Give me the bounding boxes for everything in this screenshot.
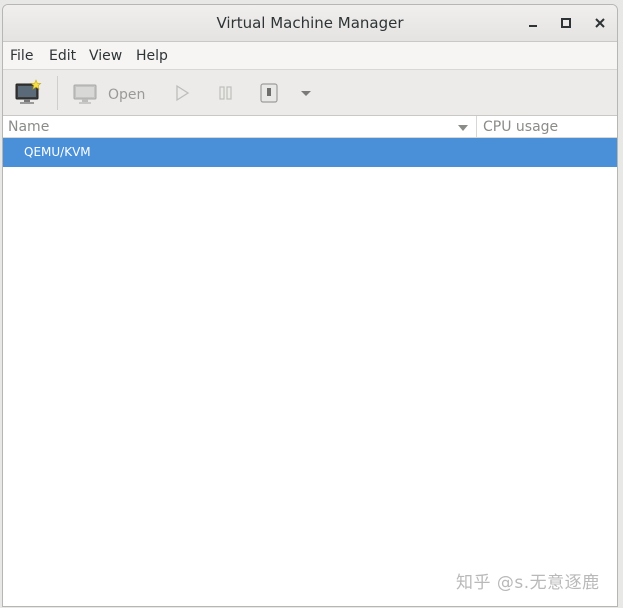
menu-view[interactable]: View bbox=[89, 48, 122, 64]
column-header-cpu-usage[interactable]: CPU usage bbox=[477, 116, 617, 137]
pause-button[interactable] bbox=[215, 79, 237, 107]
maximize-button[interactable] bbox=[557, 14, 575, 32]
run-button[interactable] bbox=[171, 79, 193, 107]
open-label: Open bbox=[108, 87, 146, 103]
shutdown-icon bbox=[260, 83, 278, 103]
menu-file[interactable]: File bbox=[10, 48, 33, 64]
toolbar-separator bbox=[57, 76, 58, 110]
chevron-down-icon bbox=[301, 91, 311, 96]
app-window: Virtual Machine Manager File Edit View H… bbox=[2, 4, 618, 607]
new-vm-button[interactable] bbox=[14, 79, 42, 107]
toolbar: Open bbox=[3, 70, 617, 116]
monitor-icon bbox=[73, 84, 97, 104]
watermark: 知乎 @s.无意逐鹿 bbox=[456, 573, 600, 593]
close-button[interactable] bbox=[591, 14, 609, 32]
connection-list: QEMU/KVM bbox=[3, 138, 617, 606]
column-name-label: Name bbox=[8, 119, 50, 135]
sort-down-icon bbox=[458, 125, 468, 131]
minimize-icon bbox=[529, 25, 537, 27]
shutdown-button[interactable] bbox=[258, 79, 280, 107]
close-icon bbox=[595, 18, 605, 28]
list-item[interactable]: QEMU/KVM bbox=[3, 138, 617, 167]
menu-bar: File Edit View Help bbox=[3, 42, 617, 70]
menu-edit[interactable]: Edit bbox=[49, 48, 76, 64]
shutdown-menu-button[interactable] bbox=[297, 79, 315, 107]
column-header-name[interactable]: Name bbox=[3, 116, 477, 137]
new-vm-icon bbox=[15, 79, 42, 104]
minimize-button[interactable] bbox=[524, 14, 542, 32]
column-header: Name CPU usage bbox=[3, 116, 617, 138]
column-cpu-label: CPU usage bbox=[483, 119, 559, 135]
title-bar[interactable]: Virtual Machine Manager bbox=[3, 5, 617, 42]
maximize-icon bbox=[561, 18, 571, 28]
menu-help[interactable]: Help bbox=[136, 48, 168, 64]
play-icon bbox=[176, 84, 190, 102]
pause-icon bbox=[219, 86, 232, 100]
connection-name: QEMU/KVM bbox=[24, 145, 91, 159]
